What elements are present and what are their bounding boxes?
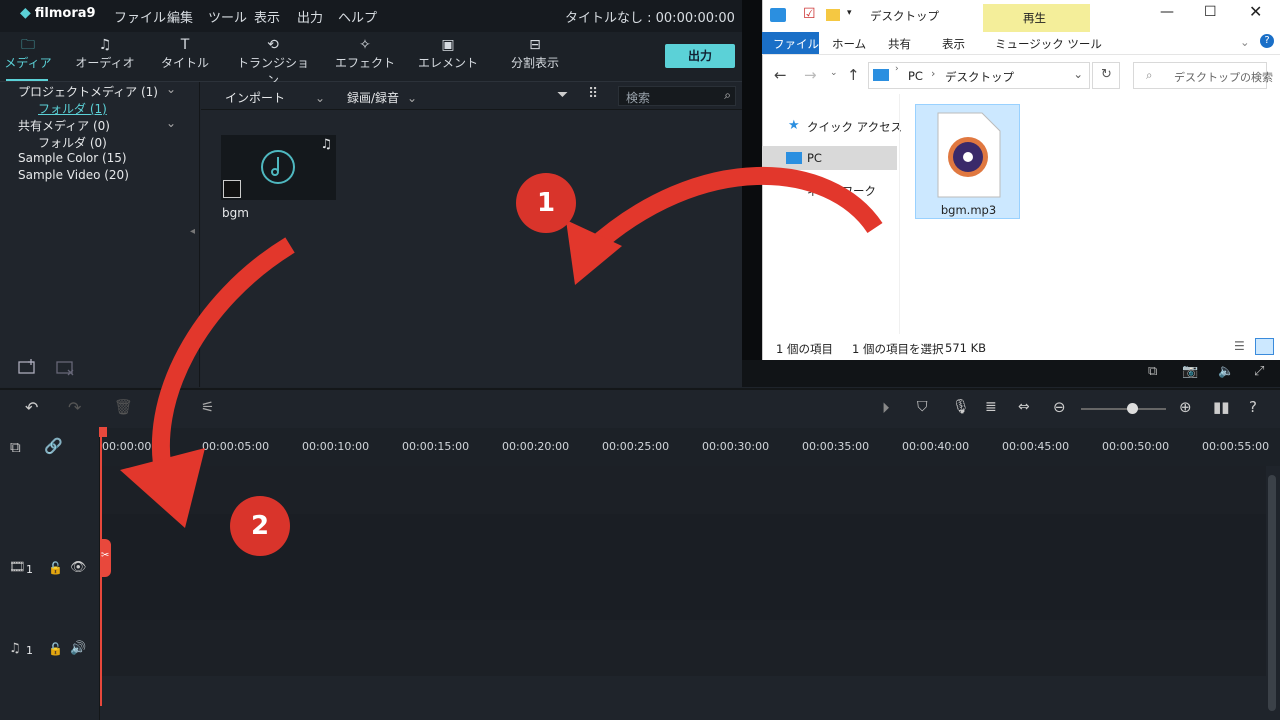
step-badge-2: 2	[230, 496, 290, 556]
annotation-arrows	[120, 166, 883, 528]
step-badge-1: 1	[516, 173, 576, 233]
